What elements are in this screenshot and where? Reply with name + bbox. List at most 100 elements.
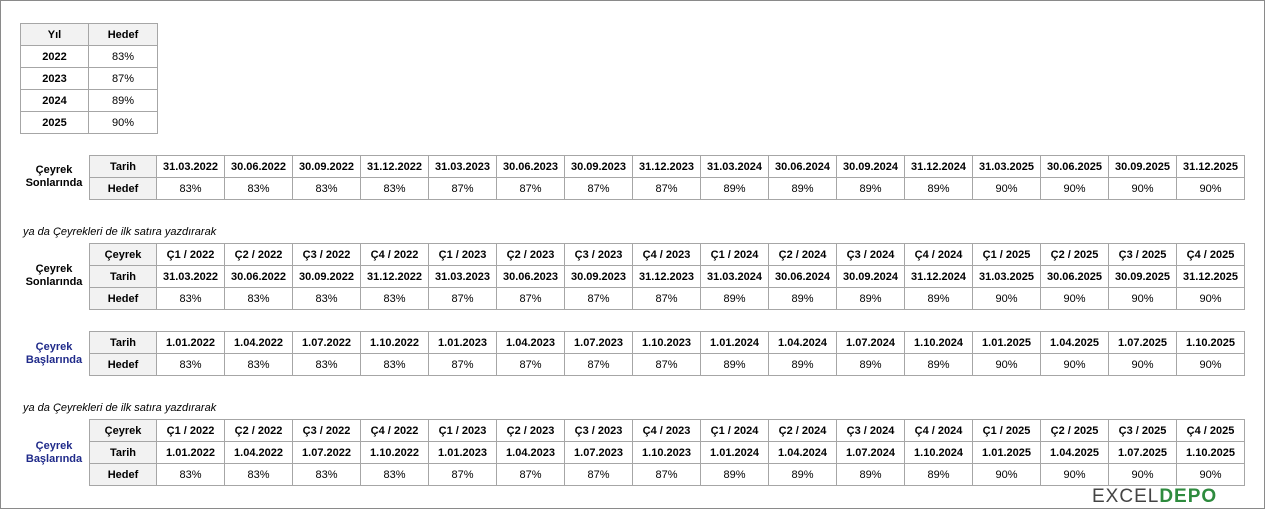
target-cell[interactable]: 90% [1108,353,1177,376]
quarter-cell[interactable]: Ç2 / 2023 [496,419,565,442]
date-cell[interactable]: 31.12.2023 [632,155,701,178]
target-cell[interactable]: 90% [1040,287,1109,310]
quarter-cell[interactable]: Ç2 / 2025 [1040,243,1109,266]
target-cell[interactable]: 89% [836,353,905,376]
year-cell[interactable]: 2022 [20,45,89,68]
target-cell[interactable]: 83% [224,353,293,376]
target-cell[interactable]: 89% [836,463,905,486]
date-cell[interactable]: 31.03.2025 [972,265,1041,288]
target-cell[interactable]: 89% [700,353,769,376]
date-cell[interactable]: 31.03.2022 [156,265,225,288]
date-cell[interactable]: 1.07.2022 [292,441,361,464]
date-cell[interactable]: 1.04.2023 [496,331,565,354]
date-cell[interactable]: 1.07.2022 [292,331,361,354]
quarter-cell[interactable]: Ç4 / 2022 [360,243,429,266]
date-cell[interactable]: 1.07.2024 [836,441,905,464]
target-cell[interactable]: 87% [564,353,633,376]
target-cell[interactable]: 87% [632,353,701,376]
target-cell[interactable]: 83% [224,287,293,310]
target-cell[interactable]: 87% [496,353,565,376]
quarter-cell[interactable]: Ç1 / 2022 [156,419,225,442]
target-cell[interactable]: 87% [428,177,497,200]
target-cell[interactable]: 87% [88,67,158,90]
date-cell[interactable]: 1.07.2023 [564,441,633,464]
date-cell[interactable]: 1.10.2022 [360,331,429,354]
quarter-cell[interactable]: Ç2 / 2025 [1040,419,1109,442]
target-cell[interactable]: 83% [360,177,429,200]
date-cell[interactable]: 31.03.2024 [700,265,769,288]
date-cell[interactable]: 1.07.2024 [836,331,905,354]
year-cell[interactable]: 2025 [20,111,89,134]
target-cell[interactable]: 90% [1176,353,1245,376]
target-cell[interactable]: 90% [1040,353,1109,376]
target-cell[interactable]: 89% [88,89,158,112]
target-cell[interactable]: 89% [700,287,769,310]
target-cell[interactable]: 90% [972,177,1041,200]
date-cell[interactable]: 31.03.2024 [700,155,769,178]
date-cell[interactable]: 31.12.2022 [360,155,429,178]
target-cell[interactable]: 87% [632,177,701,200]
quarter-cell[interactable]: Ç2 / 2024 [768,243,837,266]
target-cell[interactable]: 90% [88,111,158,134]
date-cell[interactable]: 30.09.2025 [1108,265,1177,288]
target-cell[interactable]: 89% [768,463,837,486]
target-cell[interactable]: 87% [496,287,565,310]
target-cell[interactable]: 90% [1040,463,1109,486]
quarter-cell[interactable]: Ç4 / 2025 [1176,419,1245,442]
date-cell[interactable]: 1.01.2024 [700,331,769,354]
date-cell[interactable]: 1.01.2023 [428,441,497,464]
quarter-cell[interactable]: Ç4 / 2023 [632,419,701,442]
date-cell[interactable]: 1.10.2023 [632,331,701,354]
target-cell[interactable]: 90% [1176,463,1245,486]
date-cell[interactable]: 31.03.2025 [972,155,1041,178]
date-cell[interactable]: 31.03.2022 [156,155,225,178]
quarter-cell[interactable]: Ç3 / 2022 [292,243,361,266]
date-cell[interactable]: 1.04.2025 [1040,441,1109,464]
date-cell[interactable]: 1.04.2024 [768,331,837,354]
date-cell[interactable]: 1.10.2024 [904,441,973,464]
quarter-cell[interactable]: Ç1 / 2023 [428,419,497,442]
quarter-cell[interactable]: Ç2 / 2023 [496,243,565,266]
date-cell[interactable]: 1.01.2024 [700,441,769,464]
quarter-cell[interactable]: Ç3 / 2024 [836,419,905,442]
date-cell[interactable]: 30.06.2024 [768,265,837,288]
date-cell[interactable]: 30.06.2022 [224,155,293,178]
target-cell[interactable]: 83% [156,177,225,200]
quarter-cell[interactable]: Ç4 / 2023 [632,243,701,266]
date-cell[interactable]: 30.06.2022 [224,265,293,288]
date-cell[interactable]: 30.09.2023 [564,265,633,288]
target-cell[interactable]: 83% [156,463,225,486]
target-cell[interactable]: 83% [224,177,293,200]
quarter-cell[interactable]: Ç1 / 2024 [700,419,769,442]
date-cell[interactable]: 1.01.2023 [428,331,497,354]
target-cell[interactable]: 87% [496,463,565,486]
date-cell[interactable]: 30.09.2025 [1108,155,1177,178]
date-cell[interactable]: 30.09.2024 [836,265,905,288]
date-cell[interactable]: 31.12.2024 [904,155,973,178]
year-cell[interactable]: 2024 [20,89,89,112]
date-cell[interactable]: 31.03.2023 [428,155,497,178]
date-cell[interactable]: 1.10.2022 [360,441,429,464]
quarter-cell[interactable]: Ç1 / 2025 [972,419,1041,442]
target-cell[interactable]: 83% [360,463,429,486]
target-cell[interactable]: 90% [972,463,1041,486]
target-cell[interactable]: 83% [88,45,158,68]
quarter-cell[interactable]: Ç1 / 2022 [156,243,225,266]
date-cell[interactable]: 1.07.2025 [1108,441,1177,464]
target-cell[interactable]: 83% [360,353,429,376]
quarter-cell[interactable]: Ç3 / 2022 [292,419,361,442]
date-cell[interactable]: 1.01.2022 [156,331,225,354]
date-cell[interactable]: 31.12.2024 [904,265,973,288]
target-cell[interactable]: 90% [972,353,1041,376]
quarter-cell[interactable]: Ç3 / 2023 [564,419,633,442]
date-cell[interactable]: 1.01.2025 [972,441,1041,464]
date-cell[interactable]: 30.06.2025 [1040,155,1109,178]
date-cell[interactable]: 1.07.2025 [1108,331,1177,354]
date-cell[interactable]: 30.06.2025 [1040,265,1109,288]
target-cell[interactable]: 83% [292,177,361,200]
quarter-cell[interactable]: Ç2 / 2022 [224,243,293,266]
quarter-cell[interactable]: Ç4 / 2025 [1176,243,1245,266]
date-cell[interactable]: 30.06.2024 [768,155,837,178]
quarter-cell[interactable]: Ç2 / 2024 [768,419,837,442]
quarter-cell[interactable]: Ç1 / 2024 [700,243,769,266]
